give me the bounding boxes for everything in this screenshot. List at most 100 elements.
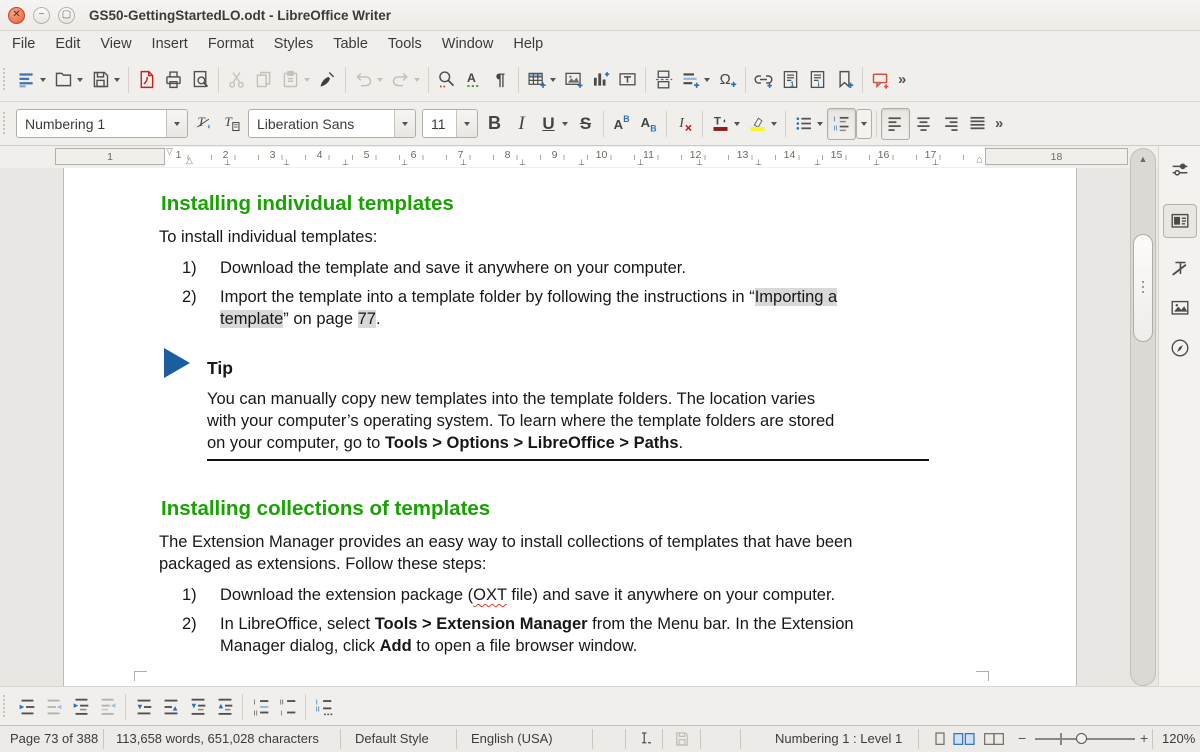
save-button[interactable] (87, 65, 114, 95)
insert-footnote-button[interactable]: 1 (777, 65, 804, 95)
justify-button[interactable] (964, 109, 991, 139)
font-name-dropdown[interactable] (394, 110, 415, 137)
menu-item[interactable]: View (90, 32, 141, 56)
insert-comment-button[interactable] (867, 65, 894, 95)
bold-button[interactable]: B (481, 109, 508, 139)
paragraph-style-combo[interactable]: Numbering 1 (16, 109, 188, 138)
font-name-combo[interactable]: Liberation Sans (248, 109, 416, 138)
page-number-status[interactable]: Page 73 of 388 (10, 731, 98, 746)
zoom-level-status[interactable]: 120% (1162, 731, 1195, 746)
document-page[interactable]: Installing individual templates To insta… (63, 168, 1077, 686)
subscript-button[interactable]: AB (635, 109, 662, 139)
multi-page-view-icon[interactable] (952, 731, 976, 747)
insert-unnumbered-entry-button[interactable]: III (247, 692, 274, 722)
export-pdf-button[interactable] (133, 65, 160, 95)
toolbar-grip[interactable] (2, 68, 10, 92)
single-page-view-icon[interactable] (932, 731, 948, 747)
outline-level-status[interactable]: Numbering 1 : Level 1 (775, 731, 902, 746)
insert-table-dropdown[interactable] (550, 78, 556, 82)
menu-item[interactable]: Styles (264, 32, 324, 56)
font-size-combo[interactable]: 11 (422, 109, 478, 138)
font-color-button[interactable]: T (707, 109, 734, 139)
clear-formatting-button[interactable]: I (671, 109, 698, 139)
spelling-button[interactable]: A (460, 65, 487, 95)
zoom-in-button[interactable]: + (1140, 730, 1148, 746)
numbered-list-dropdown[interactable] (856, 109, 872, 139)
horizontal-ruler[interactable]: 1 18 1234567891011121314151617 ▽ △ ⌂ ⊥ ⊥… (0, 146, 1200, 169)
first-line-indent-marker[interactable]: ▽ (166, 146, 173, 157)
zoom-slider-thumb[interactable] (1076, 733, 1087, 744)
move-down-with-subpoints-button[interactable] (184, 692, 211, 722)
menu-item[interactable]: File (2, 32, 45, 56)
print-button[interactable] (160, 65, 187, 95)
italic-button[interactable]: I (508, 109, 535, 139)
window-close-button[interactable]: ✕ (8, 7, 25, 24)
align-center-button[interactable] (910, 109, 937, 139)
menu-item[interactable]: Edit (45, 32, 90, 56)
move-up-button[interactable] (157, 692, 184, 722)
demote-one-level-button[interactable] (13, 692, 40, 722)
menu-item[interactable]: Tools (378, 32, 432, 56)
find-replace-button[interactable] (433, 65, 460, 95)
new-document-button[interactable] (13, 65, 40, 95)
sidebar-gallery-button[interactable] (1164, 292, 1196, 324)
sidebar-styles-button[interactable] (1164, 252, 1196, 284)
scroll-up-arrow[interactable]: ▲ (1131, 154, 1155, 164)
insert-text-box-button[interactable] (614, 65, 641, 95)
underline-button[interactable]: U (535, 109, 562, 139)
insert-field-dropdown[interactable] (704, 78, 710, 82)
scrollbar-thumb[interactable] (1133, 234, 1153, 342)
superscript-button[interactable]: AB (608, 109, 635, 139)
insert-bookmark-button[interactable] (831, 65, 858, 95)
move-up-with-subpoints-button[interactable] (211, 692, 238, 722)
bullet-list-button[interactable] (790, 109, 817, 139)
sidebar-properties-button[interactable] (1163, 204, 1197, 238)
new-style-button[interactable]: T (218, 109, 245, 139)
menu-item[interactable]: Format (198, 32, 264, 56)
book-view-icon[interactable] (982, 731, 1006, 747)
insert-image-button[interactable] (560, 65, 587, 95)
menu-item[interactable]: Window (432, 32, 504, 56)
clone-formatting-button[interactable] (314, 65, 341, 95)
insert-field-button[interactable] (677, 65, 704, 95)
underline-dropdown[interactable] (562, 122, 568, 126)
open-button[interactable] (50, 65, 77, 95)
numbered-list-button[interactable]: III (827, 108, 856, 140)
toolbar-overflow-button[interactable]: » (898, 71, 906, 88)
cross-reference-field[interactable]: Importing a (755, 288, 838, 306)
left-indent-marker[interactable]: △ (186, 155, 193, 166)
window-maximize-button[interactable]: ▢ (58, 7, 75, 24)
zoom-out-button[interactable]: − (1018, 730, 1026, 746)
restart-numbering-button[interactable]: III (274, 692, 301, 722)
align-left-button[interactable] (881, 108, 910, 140)
insert-hyperlink-button[interactable] (750, 65, 777, 95)
selection-mode-icon[interactable] (636, 730, 654, 748)
insert-page-break-button[interactable] (650, 65, 677, 95)
window-minimize-button[interactable]: − (33, 7, 50, 24)
bullet-list-dropdown[interactable] (817, 122, 823, 126)
toolbar-grip[interactable] (2, 695, 10, 719)
align-right-button[interactable] (937, 109, 964, 139)
right-indent-marker[interactable]: ⌂ (976, 154, 983, 166)
bullets-and-numbering-options-button[interactable]: III (310, 692, 337, 722)
sidebar-navigator-button[interactable] (1164, 332, 1196, 364)
insert-endnote-button[interactable]: i (804, 65, 831, 95)
font-size-dropdown[interactable] (456, 110, 477, 137)
vertical-scrollbar[interactable]: ▲ (1130, 148, 1156, 686)
language-status[interactable]: English (USA) (471, 731, 553, 746)
insert-chart-button[interactable] (587, 65, 614, 95)
highlight-color-dropdown[interactable] (771, 122, 777, 126)
move-down-button[interactable] (130, 692, 157, 722)
highlight-color-button[interactable] (744, 109, 771, 139)
page-style-status[interactable]: Default Style (355, 731, 429, 746)
menu-item[interactable]: Table (323, 32, 378, 56)
menu-item[interactable]: Help (503, 32, 553, 56)
demote-with-subpoints-button[interactable] (67, 692, 94, 722)
print-preview-button[interactable] (187, 65, 214, 95)
formatting-marks-button[interactable]: ¶ (487, 65, 514, 95)
new-document-dropdown[interactable] (40, 78, 46, 82)
update-style-button[interactable]: T (191, 109, 218, 139)
insert-special-character-button[interactable]: Ω (714, 65, 741, 95)
open-dropdown[interactable] (77, 78, 83, 82)
toolbar-grip[interactable] (2, 112, 10, 136)
